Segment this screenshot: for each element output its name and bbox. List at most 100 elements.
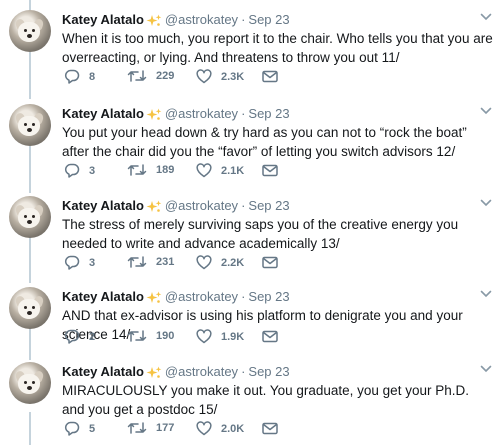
separator: · xyxy=(241,106,246,121)
like-button[interactable]: 2.3K xyxy=(196,69,244,84)
reply-count: 2 xyxy=(89,330,96,343)
like-button[interactable]: 2.1K xyxy=(196,163,244,178)
separator: · xyxy=(241,289,246,304)
like-button[interactable]: 2.2K xyxy=(196,255,244,270)
avatar[interactable] xyxy=(9,10,51,52)
separator: · xyxy=(241,364,246,379)
tweet-text: When it is too much, you report it to th… xyxy=(62,31,493,65)
tweet-date[interactable]: Sep 23 xyxy=(248,198,289,214)
reply-bubble-icon xyxy=(65,255,80,270)
envelope-icon xyxy=(262,330,278,343)
tweet-date[interactable]: Sep 23 xyxy=(248,289,289,305)
retweet-icon xyxy=(127,422,147,434)
like-count: 2.3K xyxy=(221,70,245,83)
retweet-count: 229 xyxy=(156,70,175,82)
retweet-icon xyxy=(127,164,147,176)
separator: · xyxy=(241,198,246,213)
reply-bubble-icon xyxy=(65,329,80,344)
author-name[interactable]: Katey Alatalo xyxy=(62,289,144,305)
retweet-button[interactable]: 177 xyxy=(127,421,174,435)
tweet-text: The stress of merely surviving saps you … xyxy=(62,217,459,251)
tweet-header: Katey Alatalo @astrokatey · Sep 23 xyxy=(62,12,290,28)
direct-message-button[interactable] xyxy=(262,256,278,269)
thread-line xyxy=(29,52,31,99)
tweet-date[interactable]: Sep 23 xyxy=(248,106,289,122)
envelope-icon xyxy=(262,164,278,177)
like-count: 2.2K xyxy=(221,256,245,269)
reply-button[interactable]: 8 xyxy=(64,69,95,84)
avatar[interactable] xyxy=(9,104,51,146)
tweet-header: Katey Alatalo @astrokatey · Sep 23 xyxy=(62,289,290,305)
separator: · xyxy=(241,12,246,27)
envelope-icon xyxy=(262,256,278,269)
author-handle[interactable]: @astrokatey xyxy=(165,198,238,214)
sparkle-emoji-icon xyxy=(146,366,162,378)
reply-button[interactable]: 2 xyxy=(64,329,95,344)
like-count: 1.9K xyxy=(221,330,245,343)
retweet-icon xyxy=(127,70,147,82)
reply-count: 8 xyxy=(89,70,96,83)
tweet-header: Katey Alatalo @astrokatey · Sep 23 xyxy=(62,364,290,380)
thread-line xyxy=(29,146,31,193)
author-name[interactable]: Katey Alatalo xyxy=(62,12,144,28)
tweet-text: You put your head down & try hard as you… xyxy=(62,125,467,159)
envelope-icon xyxy=(262,70,278,83)
author-handle[interactable]: @astrokatey xyxy=(165,12,238,28)
sparkle-emoji-icon xyxy=(146,108,162,120)
chevron-down-icon[interactable] xyxy=(480,289,492,299)
retweet-icon xyxy=(127,256,147,268)
chevron-down-icon[interactable] xyxy=(480,12,492,22)
chevron-down-icon[interactable] xyxy=(480,198,492,208)
avatar[interactable] xyxy=(9,362,51,404)
tweet-header: Katey Alatalo @astrokatey · Sep 23 xyxy=(62,106,290,122)
reply-bubble-icon xyxy=(65,163,80,178)
thread-line xyxy=(29,236,31,283)
tweet-date[interactable]: Sep 23 xyxy=(248,364,289,380)
thread-line xyxy=(29,412,31,445)
chevron-down-icon[interactable] xyxy=(480,106,492,116)
retweet-count: 190 xyxy=(156,330,175,342)
author-name[interactable]: Katey Alatalo xyxy=(62,364,144,380)
tweet-header: Katey Alatalo @astrokatey · Sep 23 xyxy=(62,198,290,214)
heart-icon xyxy=(196,329,212,344)
sparkle-emoji-icon xyxy=(146,14,162,26)
author-handle[interactable]: @astrokatey xyxy=(165,289,238,305)
like-button[interactable]: 2.0K xyxy=(196,421,244,436)
retweet-button[interactable]: 190 xyxy=(127,329,174,343)
avatar[interactable] xyxy=(9,287,51,329)
sparkle-emoji-icon xyxy=(146,291,162,303)
author-handle[interactable]: @astrokatey xyxy=(165,364,238,380)
reply-button[interactable]: 5 xyxy=(64,421,95,436)
direct-message-button[interactable] xyxy=(262,330,278,343)
retweet-button[interactable]: 231 xyxy=(127,255,174,269)
reply-bubble-icon xyxy=(65,421,80,436)
reply-button[interactable]: 3 xyxy=(64,255,95,270)
like-count: 2.0K xyxy=(221,422,245,435)
thread-line xyxy=(29,0,31,10)
sparkle-emoji-icon xyxy=(146,200,162,212)
like-count: 2.1K xyxy=(221,164,245,177)
retweet-button[interactable]: 229 xyxy=(127,69,174,83)
author-name[interactable]: Katey Alatalo xyxy=(62,106,144,122)
heart-icon xyxy=(196,163,212,178)
retweet-count: 231 xyxy=(156,256,175,268)
retweet-button[interactable]: 189 xyxy=(127,163,174,177)
tweet-text: MIRACULOUSLY you make it out. You gradua… xyxy=(62,383,469,417)
heart-icon xyxy=(196,69,212,84)
heart-icon xyxy=(196,255,212,270)
retweet-count: 189 xyxy=(156,164,175,176)
avatar[interactable] xyxy=(9,196,51,238)
tweet-date[interactable]: Sep 23 xyxy=(248,12,289,28)
reply-button[interactable]: 3 xyxy=(64,163,95,178)
direct-message-button[interactable] xyxy=(262,70,278,83)
thread-line xyxy=(29,327,31,360)
tweet-thread: Katey Alatalo @astrokatey · Sep 23 When … xyxy=(0,0,500,445)
chevron-down-icon[interactable] xyxy=(480,364,492,374)
author-name[interactable]: Katey Alatalo xyxy=(62,198,144,214)
author-handle[interactable]: @astrokatey xyxy=(165,106,238,122)
direct-message-button[interactable] xyxy=(262,422,278,435)
retweet-count: 177 xyxy=(156,422,175,434)
reply-count: 5 xyxy=(89,422,96,435)
like-button[interactable]: 1.9K xyxy=(196,329,244,344)
direct-message-button[interactable] xyxy=(262,164,278,177)
